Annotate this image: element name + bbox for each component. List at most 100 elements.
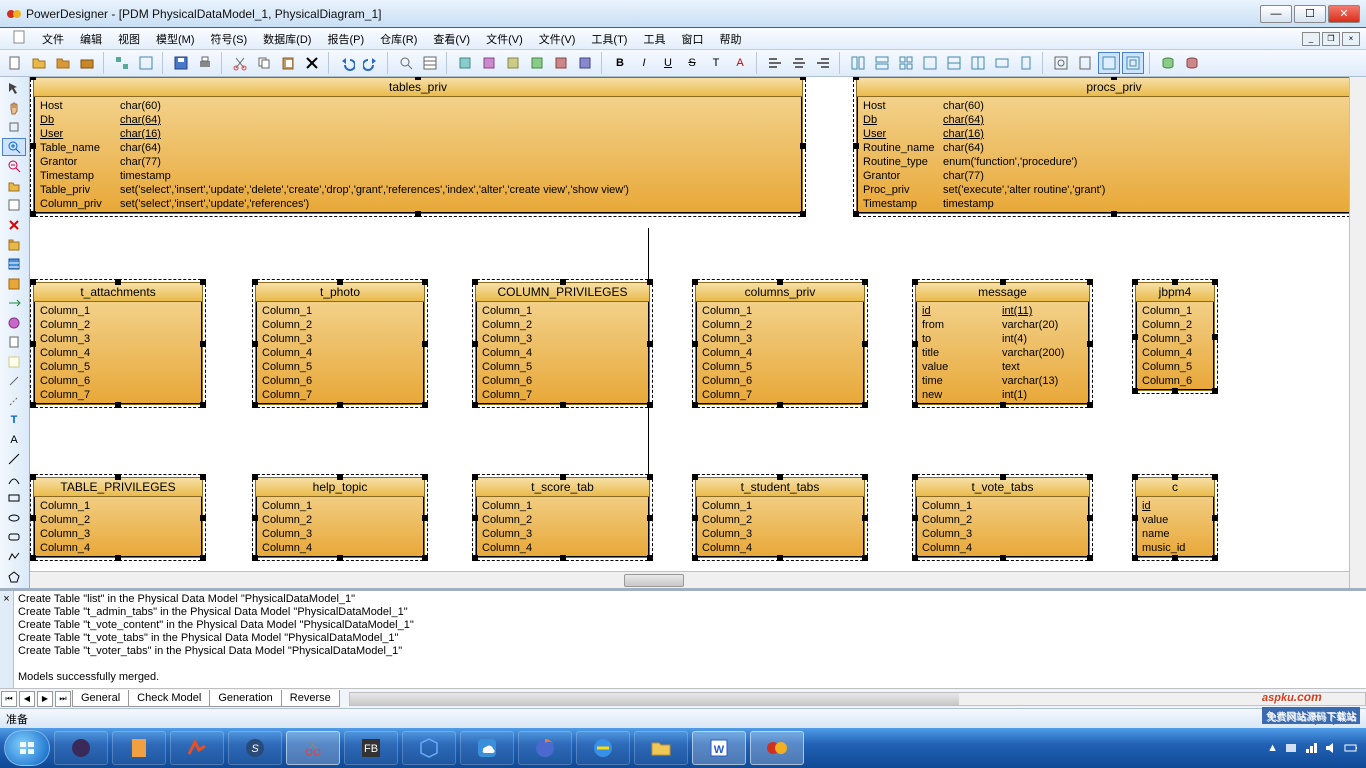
note-icon[interactable] [2, 352, 26, 371]
layout6-icon[interactable] [967, 52, 989, 74]
tb-icon-4[interactable] [526, 52, 548, 74]
menu-report[interactable]: 报告(P) [321, 29, 370, 49]
tab-next-icon[interactable]: ▶ [37, 691, 53, 707]
selection-handle[interactable] [115, 555, 121, 561]
delete-icon[interactable] [301, 52, 323, 74]
properties2-icon[interactable] [2, 196, 26, 215]
zoom-out-icon[interactable] [2, 157, 26, 176]
db-rev-icon[interactable] [1181, 52, 1203, 74]
selection-handle[interactable] [862, 515, 868, 521]
ellipse-icon[interactable] [2, 509, 26, 528]
tray-up-icon[interactable]: ▲ [1267, 742, 1278, 754]
procedure-icon[interactable] [2, 313, 26, 332]
selection-handle[interactable] [1212, 555, 1218, 561]
selection-handle[interactable] [30, 515, 36, 521]
taskbar-matlab-icon[interactable] [170, 731, 224, 765]
menu-window[interactable]: 窗口 [675, 29, 709, 49]
selection-handle[interactable] [1212, 334, 1218, 340]
minimize-button[interactable]: — [1260, 5, 1292, 23]
selection-handle[interactable] [200, 515, 206, 521]
selection-handle[interactable] [472, 515, 478, 521]
align-right-icon[interactable] [812, 52, 834, 74]
layout3-icon[interactable] [895, 52, 917, 74]
selection-handle[interactable] [692, 474, 698, 480]
selection-handle[interactable] [30, 474, 36, 480]
selection-handle[interactable] [200, 474, 206, 480]
tb-icon-2[interactable] [478, 52, 500, 74]
selection-handle[interactable] [647, 279, 653, 285]
selection-handle[interactable] [912, 279, 918, 285]
tb-icon-3[interactable] [502, 52, 524, 74]
table-icon[interactable] [2, 255, 26, 274]
find-icon[interactable] [395, 52, 417, 74]
selection-handle[interactable] [200, 402, 206, 408]
selection-handle[interactable] [1212, 388, 1218, 394]
selection-handle[interactable] [1212, 515, 1218, 521]
selection-handle[interactable] [560, 555, 566, 561]
link-icon[interactable] [2, 372, 26, 391]
tb-icon-5[interactable] [550, 52, 572, 74]
taskbar-ie-icon[interactable] [576, 731, 630, 765]
output-text[interactable]: Create Table "list" in the Physical Data… [14, 591, 1366, 688]
selection-handle[interactable] [560, 402, 566, 408]
start-button[interactable] [4, 730, 50, 766]
selection-handle[interactable] [1172, 388, 1178, 394]
taskbar-eclipse-icon[interactable] [54, 731, 108, 765]
selection-handle[interactable] [200, 555, 206, 561]
italic-icon[interactable]: I [633, 52, 655, 74]
diagram-canvas[interactable]: tables_privHostchar(60)Dbchar(64)Usercha… [30, 77, 1349, 571]
view-icon[interactable] [2, 274, 26, 293]
selection-handle[interactable] [692, 341, 698, 347]
selection-handle[interactable] [472, 341, 478, 347]
zoom-fit-icon[interactable] [1050, 52, 1072, 74]
selection-handle[interactable] [252, 402, 258, 408]
selection-handle[interactable] [647, 515, 653, 521]
taskbar-s-icon[interactable]: S [228, 731, 282, 765]
selection-handle[interactable] [472, 474, 478, 480]
layout8-icon[interactable] [1015, 52, 1037, 74]
selection-handle[interactable] [692, 555, 698, 561]
entity-t_attachments[interactable]: t_attachmentsColumn_1Column_2Column_3Col… [33, 282, 203, 405]
tab-last-icon[interactable]: ⏭ [55, 691, 71, 707]
selection-handle[interactable] [1000, 555, 1006, 561]
maximize-button[interactable]: ☐ [1294, 5, 1326, 23]
tab-general[interactable]: General [72, 690, 129, 707]
rectangle-icon[interactable] [2, 489, 26, 508]
menu-model[interactable]: 模型(M) [150, 29, 201, 49]
entity-t_score_tab[interactable]: t_score_tabColumn_1Column_2Column_3Colum… [475, 477, 650, 558]
selection-handle[interactable] [912, 341, 918, 347]
entity-message[interactable]: messageidint(11)fromvarchar(20)toint(4)t… [915, 282, 1090, 405]
new-icon[interactable] [4, 52, 26, 74]
mdi-minimize-button[interactable]: _ [1302, 32, 1320, 46]
selection-handle[interactable] [200, 279, 206, 285]
selection-handle[interactable] [862, 279, 868, 285]
text-tool-icon[interactable]: A [2, 431, 26, 450]
entity-jbpm4[interactable]: jbpm4Column_1Column_2Column_3Column_4Col… [1135, 282, 1215, 391]
selection-handle[interactable] [1132, 388, 1138, 394]
tray-volume-icon[interactable] [1324, 741, 1338, 755]
menu-file2[interactable]: 文件(V) [480, 29, 529, 49]
folder-icon[interactable] [28, 52, 50, 74]
open-pkg-icon[interactable] [2, 177, 26, 196]
package-icon[interactable] [2, 235, 26, 254]
file-icon[interactable] [2, 333, 26, 352]
selection-handle[interactable] [115, 402, 121, 408]
selection-handle[interactable] [1111, 211, 1117, 217]
selection-handle[interactable] [912, 515, 918, 521]
selection-handle[interactable] [252, 279, 258, 285]
entity-t_vote_tabs[interactable]: t_vote_tabsColumn_1Column_2Column_3Colum… [915, 477, 1090, 558]
entity-procs_priv[interactable]: procs_privHostchar(60)Dbchar(64)Userchar… [856, 77, 1349, 214]
print-icon[interactable] [194, 52, 216, 74]
copy-icon[interactable] [253, 52, 275, 74]
selection-handle[interactable] [252, 341, 258, 347]
layout1-icon[interactable] [847, 52, 869, 74]
selection-handle[interactable] [1000, 474, 1006, 480]
layout5-icon[interactable] [943, 52, 965, 74]
text-icon[interactable]: T [705, 52, 727, 74]
menu-view[interactable]: 视图 [112, 29, 146, 49]
selection-handle[interactable] [422, 555, 428, 561]
dependency-icon[interactable] [2, 392, 26, 411]
selection-handle[interactable] [422, 279, 428, 285]
underline-icon[interactable]: U [657, 52, 679, 74]
properties-icon[interactable] [419, 52, 441, 74]
